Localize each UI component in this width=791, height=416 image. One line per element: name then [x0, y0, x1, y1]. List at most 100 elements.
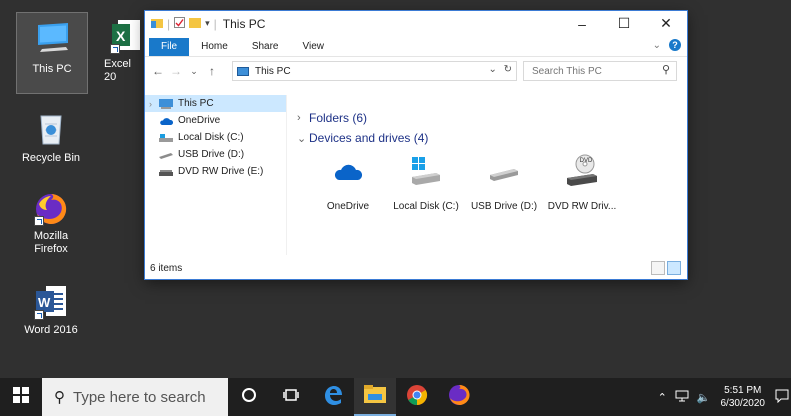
- edge-button[interactable]: [312, 378, 354, 416]
- separator: |: [167, 16, 171, 31]
- local-disk-icon: [387, 151, 465, 191]
- drive-label: OneDrive: [326, 201, 370, 212]
- desktop-icon-word[interactable]: W Word 2016: [16, 284, 86, 348]
- nav-item-usb-drive[interactable]: USB Drive (D:): [145, 146, 286, 163]
- start-button[interactable]: [0, 378, 42, 416]
- chevron-right-icon[interactable]: ›: [149, 99, 159, 109]
- shortcut-arrow-icon: [110, 44, 120, 54]
- forward-arrow-icon[interactable]: →: [167, 64, 185, 78]
- shortcut-arrow-icon: [34, 310, 44, 320]
- windows-logo-icon: [13, 386, 29, 408]
- nav-item-label: DVD RW Drive (E:): [178, 166, 264, 177]
- group-devices-and-drives[interactable]: ⌄ Devices and drives (4): [297, 129, 687, 147]
- this-pc-icon: [32, 19, 72, 59]
- recent-locations-icon[interactable]: ⌄: [185, 66, 203, 77]
- folder-icon[interactable]: [151, 17, 163, 31]
- back-arrow-icon[interactable]: ←: [149, 64, 167, 78]
- volume-icon[interactable]: 🔈: [697, 391, 711, 404]
- word-icon: W: [34, 284, 68, 320]
- taskbar-search-placeholder: Type here to search: [73, 388, 206, 406]
- firefox-icon: [448, 384, 470, 411]
- desktop-icon-label: Word 2016: [24, 324, 78, 336]
- up-arrow-icon[interactable]: ↑: [203, 64, 221, 78]
- file-explorer-button[interactable]: [354, 378, 396, 416]
- expand-ribbon-icon[interactable]: ⌄: [653, 40, 661, 51]
- group-folders[interactable]: › Folders (6): [297, 109, 687, 127]
- nav-item-dvd-drive[interactable]: DVD RW Drive (E:): [145, 163, 286, 180]
- nav-item-label: USB Drive (D:): [178, 149, 245, 160]
- clock[interactable]: 5:51 PM 6/30/2020: [721, 384, 766, 410]
- dvd-badge: DVD: [579, 158, 593, 164]
- desktop-icon-firefox[interactable]: Mozilla Firefox: [16, 192, 86, 268]
- desktop-icon-excel[interactable]: X Excel 20: [98, 18, 146, 92]
- tab-file[interactable]: File: [149, 38, 190, 56]
- chevron-right-icon: ›: [297, 112, 301, 124]
- network-icon[interactable]: [675, 390, 689, 405]
- address-bar[interactable]: This PC ⌄ ↻: [232, 61, 517, 81]
- desktop-icon-label: Recycle Bin: [21, 152, 81, 164]
- large-icons-view-button[interactable]: [667, 261, 681, 275]
- chrome-button[interactable]: [396, 378, 438, 416]
- taskbar-search[interactable]: ⚲ Type here to search: [42, 378, 228, 416]
- quick-access-toolbar: | ▾ |: [151, 16, 217, 31]
- show-hidden-icons-icon[interactable]: ⌃: [658, 391, 667, 404]
- search-icon: ⚲: [54, 389, 65, 406]
- svg-text:X: X: [116, 28, 126, 44]
- customize-quick-access-icon[interactable]: ▾: [205, 18, 210, 29]
- this-pc-icon: [237, 66, 249, 76]
- notifications-icon[interactable]: [775, 389, 789, 406]
- cortana-button[interactable]: [228, 378, 270, 416]
- nav-item-onedrive[interactable]: OneDrive: [145, 112, 286, 129]
- search-icon: ⚲: [661, 64, 670, 76]
- excel-icon: X: [110, 18, 140, 54]
- file-explorer-icon: [364, 384, 386, 408]
- nav-item-local-disk[interactable]: Local Disk (C:): [145, 129, 286, 146]
- separator: |: [213, 16, 217, 31]
- desktop-icon-recycle-bin[interactable]: Recycle Bin: [16, 108, 86, 172]
- properties-icon[interactable]: [174, 16, 186, 31]
- close-button[interactable]: ✕: [645, 11, 687, 36]
- task-view-button[interactable]: [270, 378, 312, 416]
- desktop-icon-this-pc[interactable]: This PC: [16, 12, 88, 94]
- search-box[interactable]: ⚲: [523, 61, 677, 81]
- new-folder-icon[interactable]: [189, 17, 202, 31]
- details-view-button[interactable]: [651, 261, 665, 275]
- drive-item-local-disk[interactable]: Local Disk (C:): [387, 151, 465, 212]
- window-controls: – ☐ ✕: [561, 11, 687, 36]
- file-explorer-window: | ▾ | This PC – ☐ ✕ File Home Share View: [145, 11, 687, 279]
- maximize-button[interactable]: ☐: [603, 11, 645, 36]
- desktop-icon-label: Mozilla Firefox: [33, 230, 69, 255]
- search-input[interactable]: [530, 64, 654, 78]
- group-label: Folders (6): [309, 111, 368, 125]
- drive-item-onedrive[interactable]: OneDrive: [309, 151, 387, 212]
- desktop-icon-label: Excel 20: [104, 58, 131, 83]
- minimize-button[interactable]: –: [561, 11, 603, 36]
- chevron-down-icon: ⌄: [297, 132, 307, 145]
- drive-item-dvd-drive[interactable]: DVD DVD RW Driv...: [543, 151, 621, 212]
- navigation-pane: › This PC OneDrive Local Disk (C:) USB D…: [145, 95, 287, 255]
- onedrive-icon: [159, 116, 174, 126]
- usb-drive-icon: [465, 151, 543, 191]
- clock-time: 5:51 PM: [724, 385, 762, 396]
- address-dropdown-icon[interactable]: ⌄: [488, 64, 496, 75]
- item-count: 6 items: [150, 262, 183, 274]
- tab-share[interactable]: Share: [240, 38, 291, 56]
- nav-item-label: Local Disk (C:): [178, 132, 244, 143]
- nav-item-this-pc[interactable]: › This PC: [145, 95, 286, 112]
- local-disk-icon: [159, 133, 173, 143]
- view-toggle: [651, 261, 681, 275]
- taskbar: ⚲ Type here to search ⌃ 🔈 5:51 PM 6/30/2…: [0, 378, 791, 416]
- help-icon[interactable]: ?: [669, 39, 681, 51]
- title-bar[interactable]: | ▾ | This PC – ☐ ✕: [145, 11, 687, 36]
- address-text: This PC: [255, 65, 291, 77]
- drive-item-usb-drive[interactable]: USB Drive (D:): [465, 151, 543, 212]
- cortana-icon: [241, 387, 257, 408]
- clock-date: 6/30/2020: [720, 398, 766, 409]
- refresh-icon[interactable]: ↻: [504, 64, 512, 75]
- chrome-icon: [406, 384, 428, 411]
- firefox-icon: [34, 192, 68, 226]
- desktop: This PC X Excel 20 Recycle Bin Mozilla F…: [0, 0, 791, 378]
- tab-view[interactable]: View: [291, 38, 337, 56]
- firefox-button[interactable]: [438, 378, 480, 416]
- tab-home[interactable]: Home: [189, 38, 240, 56]
